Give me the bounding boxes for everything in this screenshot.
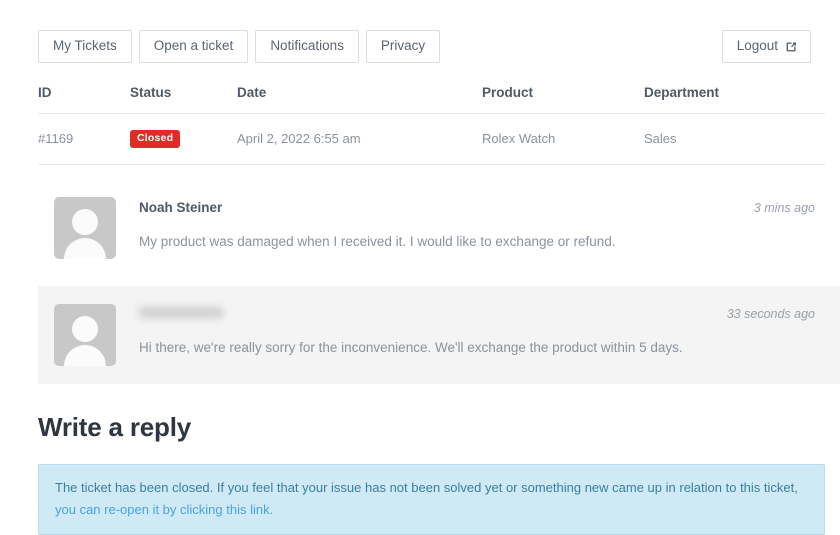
external-link-icon — [785, 40, 798, 53]
reopen-ticket-link[interactable]: you can re-open it by clicking this link… — [55, 502, 273, 517]
nav-button-open-a-ticket[interactable]: Open a ticket — [138, 30, 249, 63]
column-header-department: Department — [644, 85, 825, 114]
cell-department: Sales — [644, 113, 825, 165]
cell-date: April 2, 2022 6:55 am — [237, 113, 482, 165]
avatar-head-shape — [72, 209, 98, 235]
table-row[interactable]: #1169 Closed April 2, 2022 6:55 am Rolex… — [38, 113, 825, 165]
column-header-id: ID — [38, 85, 130, 114]
ticket-detail-page: My Tickets Open a ticket Notifications P… — [0, 0, 840, 535]
nav-button-group: My Tickets Open a ticket Notifications P… — [38, 30, 441, 63]
user-placeholder-icon — [54, 304, 116, 366]
message-body: My product was damaged when I received i… — [139, 234, 616, 249]
message-timestamp: 3 mins ago — [753, 201, 815, 215]
column-header-status: Status — [130, 85, 237, 114]
nav-button-privacy[interactable]: Privacy — [365, 30, 441, 63]
message-timestamp: 33 seconds ago — [726, 307, 815, 321]
table-header-row: ID Status Date Product Department — [38, 85, 825, 114]
cell-ticket-id: #1169 — [38, 113, 130, 165]
cell-product: Rolex Watch — [482, 113, 644, 165]
status-badge: Closed — [130, 130, 181, 148]
message-thread: Noah Steiner 3 mins ago My product was d… — [0, 179, 840, 384]
column-header-date: Date — [237, 85, 482, 114]
message-header: 33 seconds ago — [139, 307, 825, 321]
nav-button-notifications[interactable]: Notifications — [255, 30, 359, 63]
column-header-product: Product — [482, 85, 644, 114]
message-item: 33 seconds ago Hi there, we're really so… — [38, 286, 840, 384]
notice-text: The ticket has been closed. If you feel … — [55, 480, 798, 495]
top-navigation-bar: My Tickets Open a ticket Notifications P… — [0, 0, 840, 63]
avatar-body-shape — [64, 238, 106, 259]
user-placeholder-icon — [54, 197, 116, 259]
tickets-table: ID Status Date Product Department #1169 … — [38, 85, 825, 165]
message-content: 33 seconds ago Hi there, we're really so… — [116, 304, 825, 357]
logout-label: Logout — [736, 38, 778, 53]
write-a-reply-heading: Write a reply — [38, 412, 191, 442]
message-body: Hi there, we're really sorry for the inc… — [139, 340, 683, 355]
message-content: Noah Steiner 3 mins ago My product was d… — [116, 197, 825, 251]
cell-status: Closed — [130, 113, 237, 165]
message-item: Noah Steiner 3 mins ago My product was d… — [0, 179, 840, 277]
message-author-redacted — [139, 307, 223, 318]
avatar-body-shape — [64, 345, 106, 366]
nav-button-my-tickets[interactable]: My Tickets — [38, 30, 132, 63]
tickets-table-body: #1169 Closed April 2, 2022 6:55 am Rolex… — [38, 113, 825, 165]
logout-button[interactable]: Logout — [721, 30, 811, 63]
ticket-closed-notice: The ticket has been closed. If you feel … — [38, 464, 825, 535]
avatar-head-shape — [72, 316, 98, 342]
tickets-table-head: ID Status Date Product Department — [38, 85, 825, 114]
message-author: Noah Steiner — [139, 200, 223, 215]
message-header: Noah Steiner 3 mins ago — [139, 200, 825, 215]
